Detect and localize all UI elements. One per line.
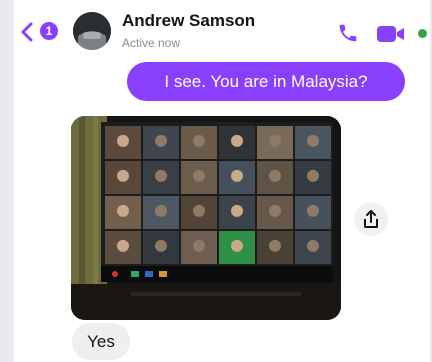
incoming-message[interactable]: Yes	[72, 323, 130, 360]
participant-silhouette	[117, 134, 129, 147]
avatar-image	[73, 12, 111, 50]
back-button[interactable]: 1	[20, 19, 60, 45]
participant-silhouette	[269, 239, 281, 252]
share-icon	[364, 210, 378, 228]
chevron-left-icon	[21, 22, 33, 42]
phone-icon	[339, 24, 357, 42]
participant-silhouette	[269, 169, 281, 182]
avatar[interactable]	[73, 12, 111, 50]
online-indicator	[418, 29, 427, 38]
active-status: Active now	[122, 36, 181, 50]
participant-silhouette	[193, 239, 205, 252]
participant-silhouette	[307, 204, 319, 217]
participant-silhouette	[117, 239, 129, 252]
contact-name[interactable]: Andrew Samson	[122, 11, 255, 31]
participant-silhouette	[307, 134, 319, 147]
participant-silhouette	[155, 134, 167, 147]
chat-header: 1 Andrew Samson Active now	[14, 0, 430, 60]
participant-silhouette	[193, 134, 205, 147]
participant-silhouette	[155, 204, 167, 217]
share-button[interactable]	[354, 202, 388, 236]
participant-silhouette	[193, 169, 205, 182]
participant-silhouette	[307, 239, 319, 252]
shared-photo[interactable]	[71, 116, 341, 320]
participant-silhouette	[231, 239, 243, 252]
participant-silhouette	[231, 169, 243, 182]
participant-silhouette	[155, 239, 167, 252]
outgoing-message[interactable]: I see. You are in Malaysia?	[127, 62, 405, 101]
participant-silhouette	[269, 134, 281, 147]
unread-badge: 1	[40, 22, 58, 40]
video-camera-icon	[377, 26, 404, 42]
participant-silhouette	[231, 204, 243, 217]
video-conference-photo	[71, 116, 341, 320]
participant-silhouette	[117, 169, 129, 182]
call-button[interactable]	[337, 22, 359, 44]
participant-silhouette	[193, 204, 205, 217]
participant-silhouette	[155, 169, 167, 182]
participant-silhouette	[269, 204, 281, 217]
video-call-button[interactable]	[377, 24, 407, 44]
participant-silhouette	[307, 169, 319, 182]
participant-silhouette	[231, 134, 243, 147]
participant-silhouette	[117, 204, 129, 217]
